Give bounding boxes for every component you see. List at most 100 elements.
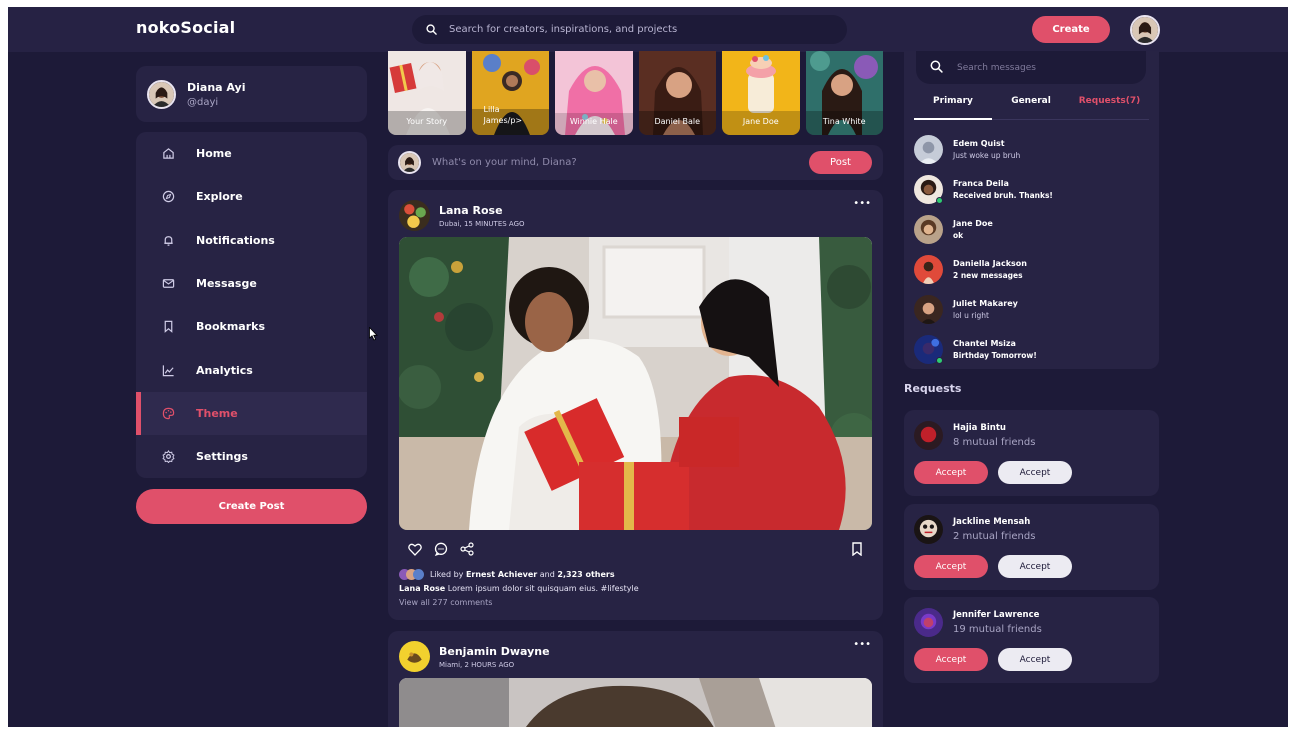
liked-others[interactable]: 2,323 others	[557, 570, 614, 579]
liked-by: Liked by Ernest Achiever and 2,323 other…	[399, 569, 615, 580]
author-avatar[interactable]	[399, 641, 430, 672]
create-post-button[interactable]: Create Post	[136, 489, 367, 524]
more-options-icon[interactable]: •••	[853, 198, 871, 209]
message-preview: 2 new messages	[953, 270, 1023, 280]
app-window: nokoSocial Create Diana Ayi @dayi Home E…	[8, 7, 1288, 727]
message-item[interactable]: Juliet Makarey lol u right	[914, 289, 1149, 329]
message-preview: lol u right	[953, 310, 989, 320]
message-item[interactable]: Chantel Msiza Birthday Tomorrow!	[914, 329, 1149, 369]
accept-button[interactable]: Accept	[914, 648, 988, 671]
message-item[interactable]: Edem Quist Just woke up bruh	[914, 129, 1149, 169]
sidebar-item-explore[interactable]: Explore	[136, 175, 367, 218]
app-logo[interactable]: nokoSocial	[136, 18, 235, 37]
author-avatar[interactable]	[399, 200, 430, 231]
requester-avatar[interactable]	[914, 515, 943, 544]
contact-name: Franca Deila	[953, 178, 1009, 188]
post-header: Benjamin Dwayne Miami, 2 HOURS AGO	[399, 641, 550, 672]
message-preview: Received bruh. Thanks!	[953, 190, 1053, 200]
search-icon	[426, 20, 437, 39]
sidebar-item-label: Bookmarks	[196, 320, 265, 334]
contact-name: Daniella Jackson	[953, 258, 1027, 268]
contact-name: Edem Quist	[953, 138, 1005, 148]
mouse-cursor-icon	[369, 326, 378, 345]
create-button[interactable]: Create	[1032, 16, 1110, 43]
mutual-friends: 8 mutual friends	[953, 437, 1036, 448]
heart-icon[interactable]	[408, 541, 422, 560]
story-card[interactable]: Tina White	[805, 51, 883, 135]
liked-user[interactable]: Ernest Achiever	[466, 570, 537, 579]
accept-button[interactable]: Accept	[914, 555, 988, 578]
online-indicator	[936, 197, 943, 204]
composer-avatar	[398, 151, 421, 174]
post-button[interactable]: Post	[809, 151, 872, 174]
story-label: Tina White	[822, 117, 866, 126]
message-item[interactable]: Jane Doe ok	[914, 209, 1149, 249]
post-header: Lana Rose Dubai, 15 MINUTES AGO	[399, 200, 525, 231]
bookmark-icon[interactable]	[851, 541, 863, 560]
accept-button[interactable]: Accept	[914, 461, 988, 484]
post-author[interactable]: Benjamin Dwayne	[439, 645, 550, 658]
global-search[interactable]	[412, 15, 847, 44]
requester-avatar[interactable]	[914, 608, 943, 637]
mutual-friends: 2 mutual friends	[953, 531, 1036, 542]
post-actions	[408, 541, 474, 560]
sidebar-item-settings[interactable]: Settings	[136, 435, 367, 478]
message-item[interactable]: Franca Deila Received bruh. Thanks!	[914, 169, 1149, 209]
gear-icon	[161, 450, 175, 464]
share-icon[interactable]	[460, 541, 474, 560]
story-label: Your Story	[406, 117, 448, 126]
contact-name: Chantel Msiza	[953, 338, 1016, 348]
profile-card[interactable]: Diana Ayi @dayi	[136, 66, 367, 122]
tab-general[interactable]: General	[992, 96, 1070, 119]
global-search-input[interactable]	[449, 24, 829, 35]
requester-name[interactable]: Jackline Mensah	[953, 517, 1035, 527]
sidebar-item-analytics[interactable]: Analytics	[136, 348, 367, 391]
contact-name: Jane Doe	[953, 218, 993, 228]
more-options-icon[interactable]: •••	[853, 639, 871, 650]
requester-avatar[interactable]	[914, 421, 943, 450]
decline-button[interactable]: Accept	[998, 461, 1072, 484]
sidebar-item-notifications[interactable]: Notifications	[136, 219, 367, 262]
comment-icon[interactable]	[434, 541, 448, 560]
profile-handle: @dayi	[187, 96, 219, 108]
sidebar-item-bookmarks[interactable]: Bookmarks	[136, 305, 367, 348]
user-avatar[interactable]	[1130, 15, 1160, 45]
message-item[interactable]: Daniella Jackson 2 new messages	[914, 249, 1149, 289]
friend-request-card: Hajia Bintu 8 mutual friends Accept Accep…	[904, 410, 1159, 496]
post-author[interactable]: Lana Rose	[439, 204, 525, 217]
requester-name[interactable]: Jennifer Lawrence	[953, 610, 1042, 620]
post-image[interactable]	[399, 678, 872, 727]
tab-requests[interactable]: Requests(7)	[1070, 96, 1149, 119]
envelope-icon	[161, 277, 175, 291]
view-comments-link[interactable]: View all 277 comments	[399, 598, 492, 607]
story-card[interactable]: Lilla James/p>	[471, 51, 549, 135]
sidebar-item-home[interactable]: Home	[136, 132, 367, 175]
post-image[interactable]	[399, 237, 872, 530]
palette-icon	[161, 406, 175, 420]
decline-button[interactable]: Accept	[998, 555, 1072, 578]
caption-text: Lorem ipsum dolor sit quisquam eius. #li…	[447, 584, 639, 593]
requester-name[interactable]: Hajia Bintu	[953, 423, 1035, 433]
sidebar-item-label: Home	[196, 147, 232, 161]
story-card[interactable]: Winnie Hale	[555, 51, 633, 135]
sidebar-item-label: Notifications	[196, 233, 275, 247]
sidebar-item-label: Explore	[196, 190, 243, 204]
sidebar-item-messages[interactable]: Messasge	[136, 262, 367, 305]
story-label: Lilla James/p>	[483, 105, 523, 125]
message-tabs: Primary General Requests(7)	[914, 96, 1149, 120]
composer-input[interactable]	[432, 157, 792, 168]
caption-author[interactable]: Lana Rose	[399, 584, 445, 593]
story-card[interactable]: Your Story	[388, 51, 466, 135]
message-search[interactable]	[916, 51, 1146, 84]
contact-avatar	[914, 214, 943, 244]
tab-primary[interactable]: Primary	[914, 96, 992, 120]
profile-avatar	[147, 79, 176, 109]
contact-name: Juliet Makarey	[953, 298, 1018, 308]
story-card[interactable]: Jane Doe	[722, 51, 800, 135]
story-card[interactable]: Daniel Bale	[638, 51, 716, 135]
chart-line-icon	[161, 363, 175, 377]
message-search-input[interactable]	[957, 62, 1137, 73]
decline-button[interactable]: Accept	[998, 648, 1072, 671]
message-list: Edem Quist Just woke up bruh Franca Deila…	[914, 129, 1149, 369]
sidebar-item-theme[interactable]: Theme	[136, 391, 367, 436]
